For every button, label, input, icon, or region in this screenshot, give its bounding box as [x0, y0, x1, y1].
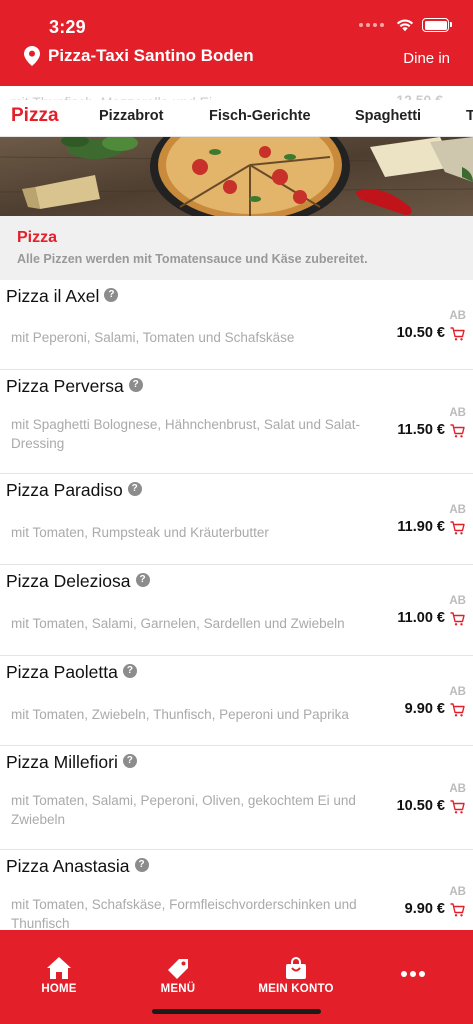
item-price: 10.50 €: [396, 325, 445, 341]
category-description: Alle Pizzen werden mit Tomatensauce und …: [17, 252, 368, 266]
price-prefix: AB: [449, 886, 466, 898]
item-title: Pizza Paradiso?: [6, 480, 142, 501]
item-price: 11.90 €: [397, 519, 445, 535]
price-prefix: AB: [449, 783, 466, 795]
menu-item[interactable]: Pizza il Axel? mit Peperoni, Salami, Tom…: [0, 280, 473, 370]
category-title: Pizza: [17, 229, 58, 246]
location-pin-icon: [24, 46, 40, 66]
info-icon[interactable]: ?: [122, 663, 137, 678]
store-selector[interactable]: Pizza-Taxi Santino Boden: [24, 46, 254, 66]
item-description: mit Tomaten, Schafskäse, Formfleischvord…: [11, 897, 357, 930]
price-prefix: AB: [449, 310, 466, 322]
item-price: 11.00 €: [397, 610, 445, 626]
info-icon[interactable]: ?: [134, 857, 149, 872]
status-icons: [359, 18, 452, 32]
nav-home[interactable]: HOME: [40, 956, 78, 995]
item-description: mit Peperoni, Salami, Tomaten und Schafs…: [11, 330, 295, 345]
add-to-cart-icon[interactable]: [450, 521, 465, 535]
item-price: 10.50 €: [396, 798, 445, 814]
menu-item[interactable]: Pizza Anastasia? mit Tomaten, Schafskäse…: [0, 850, 473, 930]
add-to-cart-icon[interactable]: [450, 612, 465, 626]
tab-fisch-gerichte[interactable]: Fisch-Gerichte: [209, 108, 311, 124]
menu-item[interactable]: Pizza Paradiso? mit Tomaten, Rumpsteak u…: [0, 474, 473, 565]
nav-account-label: MEIN KONTO: [258, 983, 334, 995]
add-to-cart-icon[interactable]: [450, 424, 465, 438]
item-description: mit Tomaten, Zwiebeln, Thunfisch, Pepero…: [11, 707, 349, 722]
category-header: Pizza Alle Pizzen werden mit Tomatensauc…: [0, 216, 473, 280]
add-to-cart-icon[interactable]: [450, 800, 465, 814]
signal-icon: [359, 23, 384, 27]
tab-next-partial[interactable]: T: [466, 108, 473, 124]
item-description: mit Tomaten, Rumpsteak und Kräuterbutter: [11, 525, 269, 540]
nav-menu[interactable]: MENÜ: [156, 956, 200, 995]
item-description: mit Tomaten, Salami, Garnelen, Sardellen…: [11, 616, 345, 631]
nav-menu-label: MENÜ: [160, 983, 196, 995]
item-price: 9.90 €: [404, 901, 445, 917]
menu-item[interactable]: Pizza Paoletta? mit Tomaten, Zwiebeln, T…: [0, 656, 473, 746]
item-title: Pizza Anastasia?: [6, 856, 149, 877]
tag-icon: [168, 959, 188, 979]
item-title: Pizza il Axel?: [6, 286, 119, 307]
store-name: Pizza-Taxi Santino Boden: [48, 46, 254, 65]
item-description: mit Tomaten, Salami, Peperoni, Oliven, g…: [11, 793, 356, 827]
tab-spaghetti[interactable]: Spaghetti: [355, 108, 421, 124]
info-icon[interactable]: ?: [128, 377, 143, 392]
item-description: mit Spaghetti Bolognese, Hähnchenbrust, …: [11, 417, 360, 451]
wifi-icon: [396, 19, 414, 32]
item-title: Pizza Paoletta?: [6, 662, 137, 683]
category-tabs: Pizza Pizzabrot Fisch-Gerichte Spaghetti…: [0, 100, 473, 136]
add-to-cart-icon[interactable]: [450, 327, 465, 341]
info-icon[interactable]: ?: [104, 287, 119, 302]
item-price: 11.50 €: [397, 422, 445, 438]
item-title: Pizza Perversa?: [6, 376, 143, 397]
app-header: 3:29 Pizza-Taxi Santino Boden Dine in: [0, 0, 473, 86]
shopping-bag-icon: [286, 957, 306, 979]
price-prefix: AB: [449, 407, 466, 419]
item-title: Pizza Millefiori?: [6, 752, 137, 773]
item-price: 9.90 €: [404, 701, 445, 717]
price-prefix: AB: [449, 595, 466, 607]
menu-item[interactable]: Pizza Deleziosa? mit Tomaten, Salami, Ga…: [0, 565, 473, 656]
tab-pizza[interactable]: Pizza: [11, 105, 59, 127]
category-banner-image: [0, 137, 473, 216]
info-icon[interactable]: ?: [135, 572, 150, 587]
status-time: 3:29: [49, 17, 86, 37]
nav-account[interactable]: MEIN KONTO: [256, 956, 336, 995]
dine-in-toggle[interactable]: Dine in: [403, 50, 450, 67]
nav-more[interactable]: [398, 970, 428, 978]
item-title: Pizza Deleziosa?: [6, 571, 150, 592]
add-to-cart-icon[interactable]: [450, 703, 465, 717]
add-to-cart-icon[interactable]: [450, 903, 465, 917]
battery-icon: [422, 18, 452, 32]
info-icon[interactable]: ?: [122, 753, 137, 768]
menu-item[interactable]: Pizza Perversa? mit Spaghetti Bolognese,…: [0, 370, 473, 474]
more-icon: [401, 971, 425, 977]
menu-item[interactable]: Pizza Millefiori? mit Tomaten, Salami, P…: [0, 746, 473, 850]
home-indicator[interactable]: [152, 1009, 321, 1014]
home-icon: [47, 957, 71, 979]
price-prefix: AB: [449, 686, 466, 698]
tab-pizzabrot[interactable]: Pizzabrot: [99, 108, 163, 124]
info-icon[interactable]: ?: [127, 481, 142, 496]
menu-item-list: Pizza il Axel? mit Peperoni, Salami, Tom…: [0, 280, 473, 930]
nav-home-label: HOME: [41, 983, 77, 995]
price-prefix: AB: [449, 504, 466, 516]
